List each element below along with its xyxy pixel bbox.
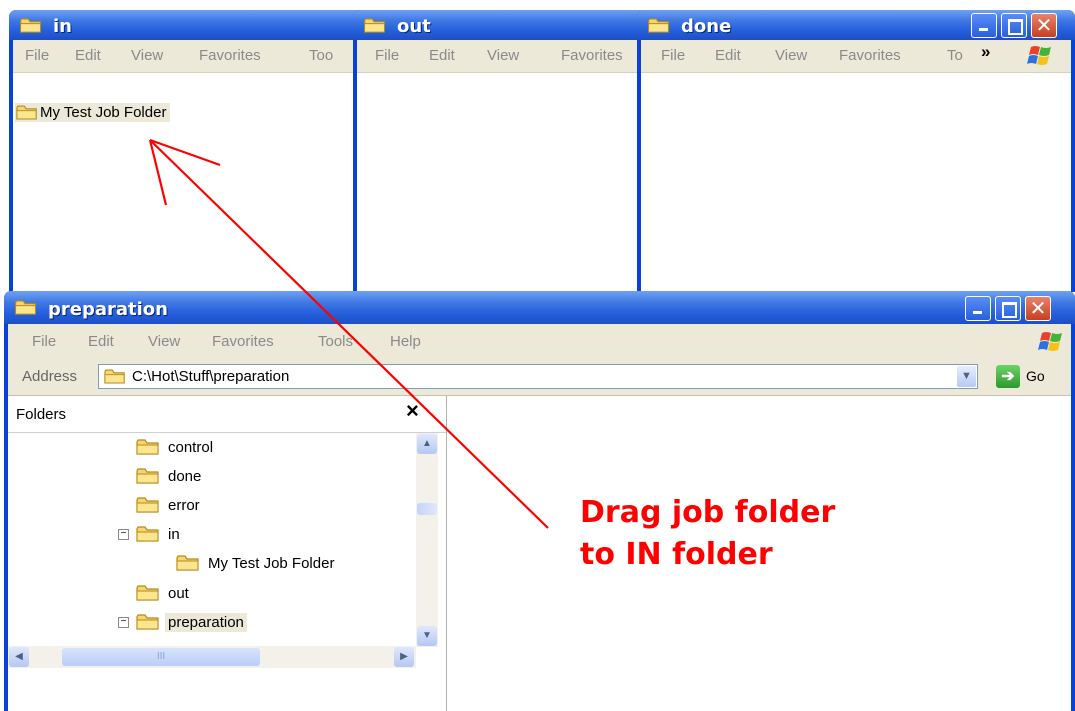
annotation-text: Drag job folder to IN folder xyxy=(580,492,835,576)
annotation-line-2: to IN folder xyxy=(580,537,773,572)
annotation-line-1: Drag job folder xyxy=(580,495,836,530)
drag-arrow xyxy=(148,138,549,529)
